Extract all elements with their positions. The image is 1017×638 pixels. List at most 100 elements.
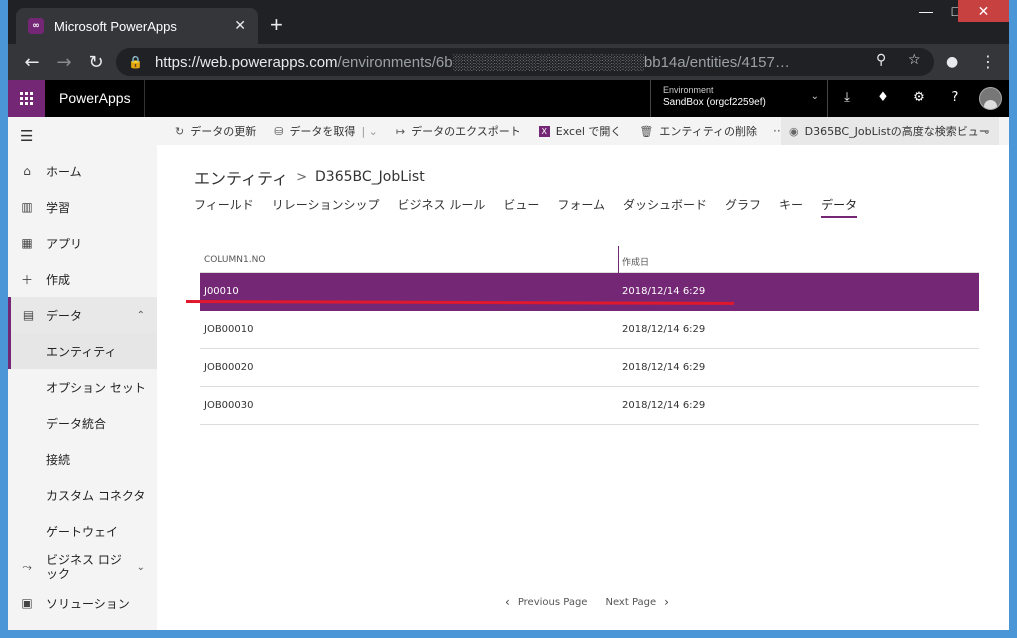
export-data-button[interactable]: ↦ データのエクスポート [396,123,521,139]
avatar[interactable] [979,87,1002,110]
plus-icon: ＋ [20,272,33,287]
sidebar-item-label: アプリ [46,236,83,251]
trash-icon: 🗑 [639,124,654,138]
app-launcher-icon[interactable] [8,80,45,117]
url-text: https://web.powerapps.com/environments/6… [154,53,790,71]
sidebar-item-entities[interactable]: エンティティ [8,333,157,369]
previous-page-button[interactable]: Previous Page [518,597,588,608]
table-cell: 2018/12/14 6:29 [622,286,706,297]
tab-fields[interactable]: フィールド [194,196,254,218]
lock-icon: 🔒 [128,55,143,69]
excel-icon: X [538,125,550,137]
chevron-down-icon: ⌄ [810,91,819,102]
download-icon[interactable]: ⤓ [837,90,857,105]
sidebar-item-home[interactable]: ⌂ ホーム [8,153,157,189]
reload-icon[interactable]: ↻ [84,50,108,74]
tab-title: Microsoft PowerApps [54,18,177,34]
tab-charts[interactable]: グラフ [725,196,761,218]
sidebar-item-label: データ統合 [46,416,107,431]
browser-toolbar: ← → ↻ 🔒 https://web.powerapps.com/enviro… [8,44,1009,80]
chevron-down-icon: ⌄ [136,561,145,573]
table-cell: J00010 [204,286,239,297]
breadcrumb: エンティティ > D365BC_JobList [194,165,425,189]
book-icon: ▥ [21,200,33,214]
sidebar-item-create[interactable]: ＋ 作成 [8,261,157,297]
gear-icon[interactable]: ⚙ [909,90,929,105]
command-bar: ↻ データの更新 ⛁ データを取得 | ⌄ ↦ データのエクスポート X Exc… [157,117,1009,145]
next-page-button[interactable]: Next Page [605,597,656,608]
sidebar-item-business-logic[interactable]: ⤳ ビジネス ロジック ⌄ [8,549,157,585]
browser-menu-icon[interactable]: ⋮ [980,52,996,71]
home-icon: ⌂ [23,164,31,178]
chevron-up-icon: ⌃ [136,309,145,321]
entity-tabs: フィールド リレーションシップ ビジネス ルール ビュー フォーム ダッシュボー… [194,196,875,218]
eye-icon: ◉ [789,124,799,138]
app-brand[interactable]: PowerApps [59,90,131,106]
column-header[interactable]: COLUMN1.NO [204,255,265,265]
window-close-icon[interactable]: ✕ [958,0,1009,22]
browser-tab[interactable]: ∞ Microsoft PowerApps ✕ [16,8,258,44]
view-selector[interactable]: ◉ D365BC_JobListの高度な検索ビュー ⌄ [781,117,999,145]
sidebar-item-learn[interactable]: ▥ 学習 [8,189,157,225]
column-header[interactable]: 作成日 [622,255,649,268]
database-icon: ⛁ [274,124,284,138]
sidebar-item-gateways[interactable]: ゲートウェイ [8,513,157,549]
tab-dashboards[interactable]: ダッシュボード [623,196,707,218]
annotation-underline [185,300,735,305]
table-row[interactable]: J00010 2018/12/14 6:29 [185,273,979,311]
tab-views[interactable]: ビュー [503,196,539,218]
sidebar-item-data[interactable]: ▤ データ ⌃ [8,297,157,333]
table-cell: 2018/12/14 6:29 [622,324,706,335]
table-row[interactable]: JOB00030 2018/12/14 6:29 [200,387,979,425]
sidebar-item-solutions[interactable]: ▣ ソリューション [8,585,157,621]
chevron-down-icon: ⌄ [982,125,991,137]
address-bar[interactable]: 🔒 https://web.powerapps.com/environments… [116,48,934,76]
apps-icon: ▦ [21,236,33,250]
app-header: PowerApps Environment SandBox (orgcf2259… [8,80,1009,117]
breadcrumb-separator: > [296,169,307,185]
chevron-left-icon[interactable]: ‹ [505,595,510,609]
table-cell: JOB00020 [204,362,254,373]
get-data-button[interactable]: ⛁ データを取得 | ⌄ [274,123,378,139]
view-selector-label: D365BC_JobListの高度な検索ビュー [804,125,990,138]
incognito-icon[interactable]: ● [946,54,958,70]
sidebar-item-label: 学習 [46,200,71,215]
tab-data[interactable]: データ [821,196,858,218]
breadcrumb-root[interactable]: エンティティ [194,165,288,189]
sidebar-item-label: ゲートウェイ [46,524,119,539]
pager: ‹ Previous Page Next Page › [505,595,669,609]
table-cell: 2018/12/14 6:29 [622,362,706,373]
back-arrow-icon[interactable]: ← [20,50,44,74]
tab-relationships[interactable]: リレーションシップ [272,196,380,218]
sidebar-item-connections[interactable]: 接続 [8,441,157,477]
tab-forms[interactable]: フォーム [557,196,605,218]
sidebar-item-data-integration[interactable]: データ統合 [8,405,157,441]
tab-business-rules[interactable]: ビジネス ルール [398,196,486,218]
export-icon: ↦ [395,124,406,138]
bookmark-star-icon[interactable]: ☆ [908,52,921,68]
tab-keys[interactable]: キー [779,196,803,218]
window-frame: ∞ Microsoft PowerApps ✕ + — □ ✕ ← → ↻ 🔒 … [0,0,1017,638]
zoom-icon[interactable]: ⚲ [876,52,886,68]
help-icon[interactable]: ? [945,90,965,105]
browser-window: ∞ Microsoft PowerApps ✕ + — □ ✕ ← → ↻ 🔒 … [8,0,1009,630]
table-row[interactable]: JOB00010 2018/12/14 6:29 [200,311,979,349]
sidebar-item-option-sets[interactable]: オプション セット [8,369,157,405]
sidebar-item-label: 作成 [46,272,71,287]
environment-selector[interactable]: Environment SandBox (orgcf2259ef) ⌄ [650,80,828,117]
sidebar-item-label: ソリューション [46,596,130,611]
new-tab-icon[interactable]: + [270,12,283,38]
refresh-data-button[interactable]: ↻ データの更新 [175,123,256,139]
open-in-excel-button[interactable]: X Excel で開く [538,123,621,139]
column-resize-handle[interactable] [618,246,619,273]
sidebar-item-custom-connectors[interactable]: カスタム コネクタ [8,477,157,513]
table-row[interactable]: JOB00020 2018/12/14 6:29 [200,349,979,387]
close-tab-icon[interactable]: ✕ [234,18,246,34]
sidebar-item-apps[interactable]: ▦ アプリ [8,225,157,261]
bell-icon[interactable]: ♦ [873,90,893,105]
hamburger-menu-icon[interactable]: ☰ [20,127,33,145]
chevron-right-icon[interactable]: › [664,595,669,609]
delete-entity-button[interactable]: 🗑 エンティティの削除 [639,123,757,139]
forward-arrow-icon[interactable]: → [52,50,76,74]
tab-strip: ∞ Microsoft PowerApps ✕ + — □ ✕ [8,0,1009,44]
